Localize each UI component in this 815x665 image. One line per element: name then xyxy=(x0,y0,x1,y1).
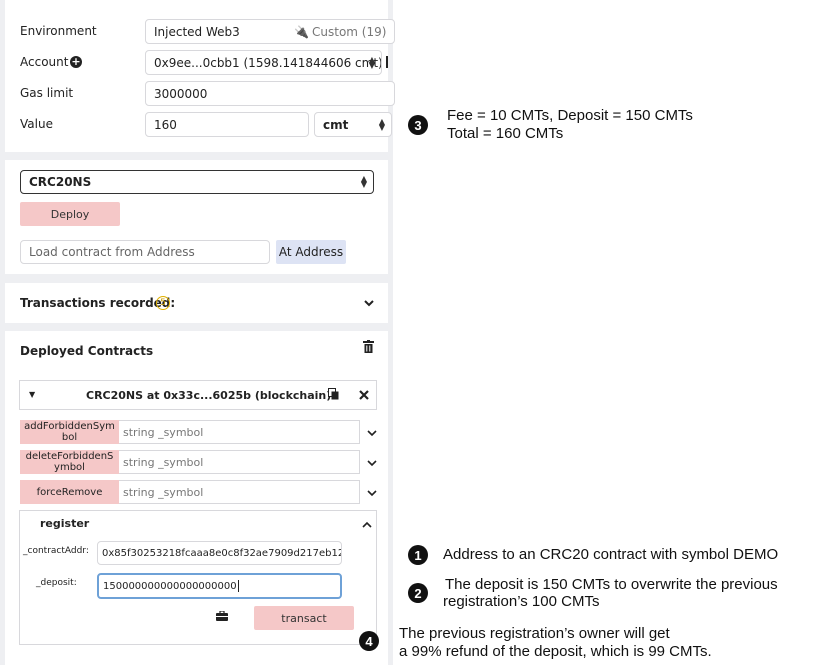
deposit-value: 150000000000000000000 xyxy=(103,580,237,592)
contract-select[interactable]: CRC20NS ▲ ▼ xyxy=(20,170,374,194)
chevron-down-icon[interactable] xyxy=(366,457,378,469)
copy-icon[interactable] xyxy=(328,388,340,400)
gas-limit-label: Gas limit xyxy=(20,86,74,100)
account-label: Account xyxy=(20,55,69,69)
contract-addr-label: _contractAddr: xyxy=(23,546,89,556)
force-remove-button[interactable]: forceRemove xyxy=(20,480,119,504)
select-arrows-icon: ▲ ▼ xyxy=(378,116,385,132)
transactions-card[interactable]: Transactions recorded: 5 xyxy=(5,283,388,323)
at-address-button[interactable]: At Address xyxy=(276,240,346,264)
account-value: 0x9ee...0cbb1 (1598.141844606 cmt) xyxy=(154,55,382,70)
force-remove-placeholder: string _symbol xyxy=(123,485,204,499)
plug-icon: 🔌 xyxy=(294,25,309,39)
contract-addr-value: 0x85f30253218fcaaa8e0c8f32ae7909d217eb12… xyxy=(102,547,342,559)
annotation-3-line2: Total = 160 CMTs xyxy=(447,125,564,142)
add-forbidden-symbol-button[interactable]: addForbiddenSymbol xyxy=(20,420,119,444)
contract-addr-input[interactable]: 0x85f30253218fcaaa8e0c8f32ae7909d217eb12… xyxy=(97,541,342,565)
deployed-contracts-title: Deployed Contracts xyxy=(20,344,154,358)
gas-limit-input[interactable]: 3000000 xyxy=(145,81,395,106)
force-remove-input[interactable]: string _symbol xyxy=(119,480,360,504)
load-address-placeholder: Load contract from Address xyxy=(29,245,195,259)
select-arrows-icon: ▲ ▼ xyxy=(360,174,367,189)
annotation-4-line2: a 99% refund of the deposit, which is 99… xyxy=(399,643,712,660)
annotation-2-badge: 2 xyxy=(408,583,428,603)
value-unit-select[interactable]: cmt ▲ ▼ xyxy=(314,112,392,137)
add-forbidden-symbol-placeholder: string _symbol xyxy=(123,425,204,439)
chevron-down-icon[interactable] xyxy=(366,427,378,439)
deploy-button[interactable]: Deploy xyxy=(20,202,120,226)
value-label: Value xyxy=(20,117,53,131)
annotation-2-line2: registration’s 100 CMTs xyxy=(443,593,600,610)
annotation-2-line1: The deposit is 150 CMTs to overwrite the… xyxy=(445,576,778,593)
environment-select[interactable]: Injected Web3 🔌 Custom (19) xyxy=(145,19,395,44)
transact-button[interactable]: transact xyxy=(254,606,354,630)
annotation-4-badge: 4 xyxy=(359,631,379,651)
copy-account-icon[interactable] xyxy=(386,56,388,68)
environment-value: Injected Web3 xyxy=(154,24,240,39)
register-title: register xyxy=(40,517,90,530)
add-forbidden-symbol-input[interactable]: string _symbol xyxy=(119,420,360,444)
environment-card: Environment Injected Web3 🔌 Custom (19) … xyxy=(5,0,395,152)
select-arrows-icon: ▲ ▼ xyxy=(368,54,375,70)
contract-instance-title: CRC20NS at 0x33c...6025b (blockchain) xyxy=(86,389,332,402)
account-select[interactable]: 0x9ee...0cbb1 (1598.141844606 cmt) ▲ ▼ xyxy=(145,50,382,75)
contract-select-value: CRC20NS xyxy=(29,175,92,189)
annotation-3-badge: 3 xyxy=(408,115,428,135)
register-function-box: register _contractAddr: 0x85f30253218fca… xyxy=(19,510,377,645)
chevron-down-icon[interactable] xyxy=(366,487,378,499)
annotation-1-text: Address to an CRC20 contract with symbol… xyxy=(443,546,779,563)
environment-provider: Custom (19) xyxy=(312,25,387,39)
value-amount: 160 xyxy=(154,117,177,132)
deposit-input[interactable]: 150000000000000000000 xyxy=(97,573,342,599)
deposit-label: _deposit: xyxy=(36,578,77,588)
gas-limit-value: 3000000 xyxy=(154,86,208,101)
delete-forbidden-symbol-placeholder: string _symbol xyxy=(123,455,204,469)
transactions-count-badge: 5 xyxy=(156,296,170,310)
value-input[interactable]: 160 xyxy=(145,112,309,137)
deploy-card: CRC20NS ▲ ▼ Deploy Load contract from Add… xyxy=(5,160,388,274)
contract-instance-header[interactable]: ▼ CRC20NS at 0x33c...6025b (blockchain) xyxy=(19,380,377,410)
trash-icon[interactable] xyxy=(363,340,374,353)
chevron-up-icon[interactable] xyxy=(361,519,373,531)
caret-down-icon[interactable]: ▼ xyxy=(29,390,35,399)
annotation-4-line1: The previous registration’s owner will g… xyxy=(399,625,670,642)
delete-forbidden-symbol-input[interactable]: string _symbol xyxy=(119,450,360,474)
environment-label: Environment xyxy=(20,24,97,38)
annotation-1-badge: 1 xyxy=(408,545,428,565)
briefcase-icon[interactable] xyxy=(216,611,228,621)
delete-forbidden-symbol-button[interactable]: deleteForbiddenSymbol xyxy=(20,450,119,474)
transactions-label: Transactions recorded: xyxy=(20,296,176,310)
close-icon[interactable] xyxy=(359,390,369,400)
value-unit: cmt xyxy=(323,117,349,132)
add-account-icon[interactable]: + xyxy=(70,56,82,68)
load-address-input[interactable]: Load contract from Address xyxy=(20,240,270,264)
chevron-down-icon[interactable] xyxy=(363,297,375,309)
run-panel: Environment Injected Web3 🔌 Custom (19) … xyxy=(0,0,395,665)
text-cursor xyxy=(237,580,239,592)
annotation-3-line1: Fee = 10 CMTs, Deposit = 150 CMTs xyxy=(447,107,693,124)
